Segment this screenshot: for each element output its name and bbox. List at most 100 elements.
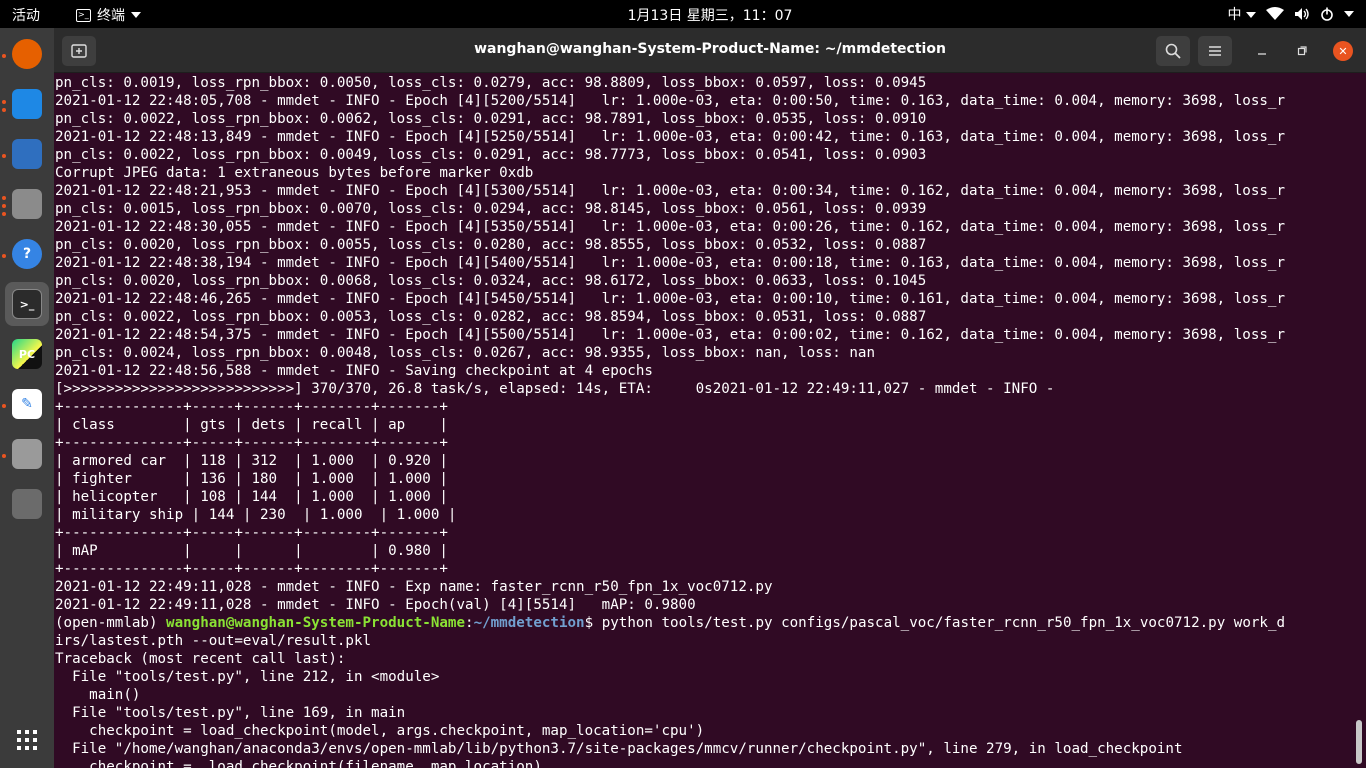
menu-button[interactable]: [1198, 36, 1232, 66]
terminal-line: | mAP | | | | 0.980 |: [55, 543, 448, 559]
dock-item-terminal[interactable]: >_: [5, 282, 49, 326]
minimize-button[interactable]: [1252, 36, 1272, 66]
running-indicator: [2, 404, 6, 408]
terminal-line: [>>>>>>>>>>>>>>>>>>>>>>>>>>>] 370/370, 2…: [55, 381, 1055, 397]
terminal-line: | class | gts | dets | recall | ap |: [55, 417, 448, 433]
dock-item-writer[interactable]: [5, 132, 49, 176]
system-tray[interactable]: 中: [1228, 4, 1354, 24]
terminal-line: pn_cls: 0.0022, loss_rpn_bbox: 0.0049, l…: [55, 147, 927, 163]
maximize-button[interactable]: [1292, 36, 1312, 66]
terminal-line: Corrupt JPEG data: 1 extraneous bytes be…: [55, 165, 534, 181]
dock: ? >_ PC ✎: [0, 28, 54, 768]
close-button[interactable]: ✕: [1333, 41, 1353, 61]
terminal-line: +--------------+-----+------+--------+--…: [55, 525, 448, 541]
terminal-line: pn_cls: 0.0020, loss_rpn_bbox: 0.0068, l…: [55, 273, 927, 289]
running-indicator: [2, 54, 6, 58]
image-viewer-icon: [12, 439, 42, 469]
terminal-line: pn_cls: 0.0020, loss_rpn_bbox: 0.0055, l…: [55, 237, 927, 253]
terminal-line: File "tools/test.py", line 212, in <modu…: [55, 669, 440, 685]
running-indicator: [2, 196, 6, 200]
terminal-output[interactable]: pn_cls: 0.0019, loss_rpn_bbox: 0.0050, l…: [54, 74, 1354, 768]
terminal-line: 2021-01-12 22:48:56,588 - mmdet - INFO -…: [55, 363, 653, 379]
terminal-line: pn_cls: 0.0015, loss_rpn_bbox: 0.0070, l…: [55, 201, 927, 217]
terminal-line: 2021-01-12 22:48:13,849 - mmdet - INFO -…: [55, 129, 1285, 145]
search-button[interactable]: [1156, 36, 1190, 66]
wifi-icon: [1266, 7, 1284, 20]
dock-item-firefox[interactable]: [5, 32, 49, 76]
app-grid-icon: [17, 730, 37, 750]
prompt-user-host: wanghan@wanghan-System-Product-Name: [166, 615, 466, 631]
terminal-icon: >_: [12, 289, 42, 319]
dock-item-text-editor[interactable]: ✎: [5, 382, 49, 426]
prompt-symbol: $: [584, 615, 602, 631]
files-icon: [12, 189, 42, 219]
terminal-line: | helicopter | 108 | 144 | 1.000 | 1.000…: [55, 489, 448, 505]
terminal-line: Traceback (most recent call last):: [55, 651, 346, 667]
running-indicator: [2, 454, 6, 458]
dock-item-pycharm[interactable]: PC: [5, 332, 49, 376]
terminal-line: 2021-01-12 22:48:54,375 - mmdet - INFO -…: [55, 327, 1285, 343]
terminal-line: pn_cls: 0.0022, loss_rpn_bbox: 0.0062, l…: [55, 111, 927, 127]
dock-item-usb[interactable]: [5, 482, 49, 526]
writer-icon: [12, 139, 42, 169]
terminal-line: | fighter | 136 | 180 | 1.000 | 1.000 |: [55, 471, 448, 487]
dock-item-help[interactable]: ?: [5, 232, 49, 276]
minimize-icon: [1258, 53, 1266, 55]
dock-item-files[interactable]: [5, 182, 49, 226]
top-bar: 活动 >_ 终端 1月13日 星期三，11：07 中: [0, 0, 1366, 28]
running-indicator: [2, 204, 6, 208]
running-indicator: [2, 100, 6, 104]
software-icon: [12, 89, 42, 119]
clock[interactable]: 1月13日 星期三，11：07: [0, 5, 1366, 25]
running-indicator: [2, 154, 6, 158]
running-indicator: [2, 108, 6, 112]
usb-icon: [12, 489, 42, 519]
terminal-line: pn_cls: 0.0022, loss_rpn_bbox: 0.0053, l…: [55, 309, 927, 325]
terminal-line: 2021-01-12 22:48:05,708 - mmdet - INFO -…: [55, 93, 1285, 109]
firefox-icon: [12, 39, 42, 69]
show-applications-button[interactable]: [5, 718, 49, 762]
terminal-line: 2021-01-12 22:48:21,953 - mmdet - INFO -…: [55, 183, 1285, 199]
dock-item-image-viewer[interactable]: [5, 432, 49, 476]
terminal-line: 2021-01-12 22:49:11,028 - mmdet - INFO -…: [55, 597, 696, 613]
prompt-line: (open-mmlab) wanghan@wanghan-System-Prod…: [55, 614, 1354, 632]
prompt-path: ~/mmdetection: [473, 615, 585, 631]
hamburger-menu-icon: [1209, 46, 1221, 56]
prompt-separator: :: [465, 615, 474, 631]
power-icon: [1321, 7, 1333, 21]
prompt-command: python tools/test.py configs/pascal_voc/…: [601, 615, 1286, 631]
terminal-line: 2021-01-12 22:48:46,265 - mmdet - INFO -…: [55, 291, 1285, 307]
pycharm-icon: PC: [12, 339, 42, 369]
help-icon: ?: [12, 239, 42, 269]
input-method-indicator[interactable]: 中: [1228, 4, 1256, 24]
terminal-line: checkpoint = _load_checkpoint(filename, …: [55, 759, 542, 768]
terminal-line: +--------------+-----+------+--------+--…: [55, 561, 448, 577]
terminal-line: File "tools/test.py", line 169, in main: [55, 705, 406, 721]
close-icon: ✕: [1338, 44, 1348, 58]
chevron-down-icon: [1344, 11, 1354, 17]
chevron-down-icon: [1246, 12, 1256, 18]
terminal-line: +--------------+-----+------+--------+--…: [55, 399, 448, 415]
terminal-window: wanghan@wanghan-System-Product-Name: ~/m…: [54, 28, 1366, 768]
search-icon: [1165, 43, 1181, 59]
terminal-line: checkpoint = load_checkpoint(model, args…: [55, 723, 705, 739]
terminal-line: | armored car | 118 | 312 | 1.000 | 0.92…: [55, 453, 448, 469]
terminal-line: irs/lastest.pth --out=eval/result.pkl: [55, 633, 372, 649]
title-bar[interactable]: wanghan@wanghan-System-Product-Name: ~/m…: [54, 28, 1366, 73]
dock-item-software[interactable]: [5, 82, 49, 126]
restore-icon: [1297, 46, 1307, 56]
terminal-line: File "/home/wanghan/anaconda3/envs/open-…: [55, 741, 1183, 757]
terminal-line: 2021-01-12 22:48:38,194 - mmdet - INFO -…: [55, 255, 1285, 271]
running-indicator: [2, 254, 6, 258]
terminal-line: pn_cls: 0.0019, loss_rpn_bbox: 0.0050, l…: [55, 75, 927, 91]
volume-icon: [1295, 8, 1309, 20]
terminal-line: pn_cls: 0.0024, loss_rpn_bbox: 0.0048, l…: [55, 345, 875, 361]
terminal-line: +--------------+-----+------+--------+--…: [55, 435, 448, 451]
scrollbar-thumb[interactable]: [1356, 720, 1362, 764]
terminal-line: 2021-01-12 22:49:11,028 - mmdet - INFO -…: [55, 579, 773, 595]
terminal-line: 2021-01-12 22:48:30,055 - mmdet - INFO -…: [55, 219, 1285, 235]
text-editor-icon: ✎: [12, 389, 42, 419]
terminal-line: main(): [55, 687, 141, 703]
prompt-env: (open-mmlab): [55, 615, 167, 631]
running-indicator: [2, 212, 6, 216]
